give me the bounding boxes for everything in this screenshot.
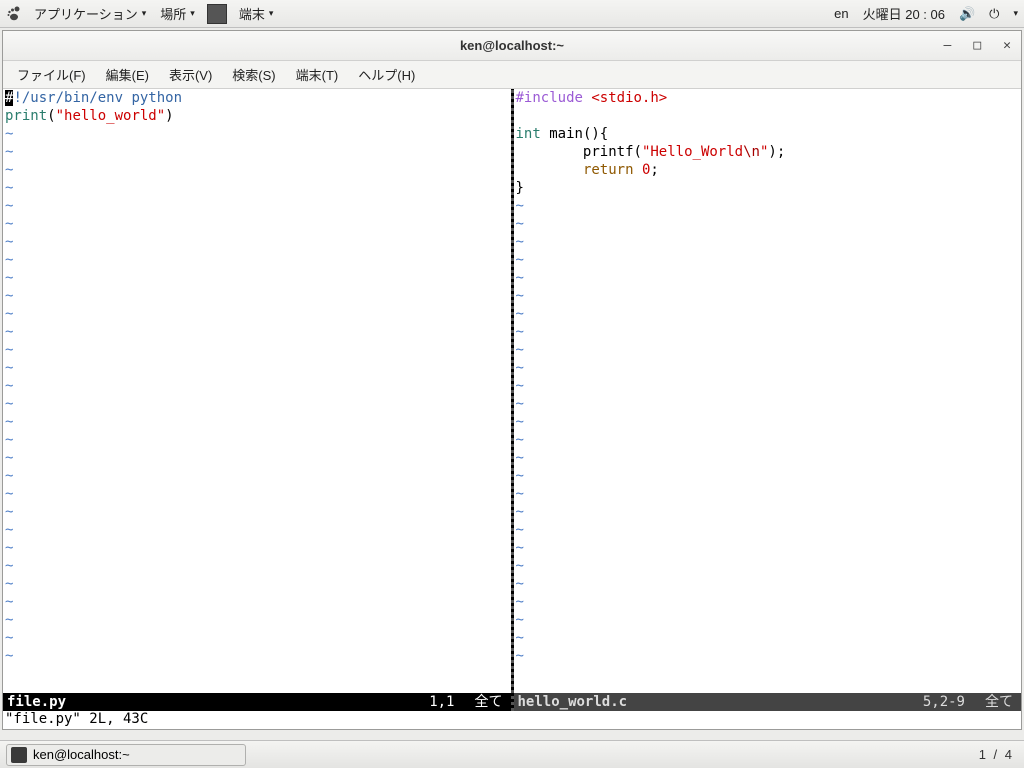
split-divider[interactable] <box>511 89 514 711</box>
maximize-button[interactable]: □ <box>969 36 985 55</box>
minimize-button[interactable]: — <box>940 36 956 55</box>
pane-content-left[interactable]: #!/usr/bin/env python print("hello_world… <box>3 89 511 693</box>
applications-menu[interactable]: アプリケーション▾ <box>28 4 152 23</box>
status-right: hello_world.c 5,2-9 全て <box>514 693 1022 711</box>
terminal-menubar: ファイル(F) 編集(E) 表示(V) 検索(S) 端末(T) ヘルプ(H) <box>3 61 1021 89</box>
taskbar-item-terminal[interactable]: ken@localhost:~ <box>6 744 246 766</box>
places-menu[interactable]: 場所▾ <box>154 4 201 23</box>
terminal-window: ken@localhost:~ — □ ✕ ファイル(F) 編集(E) 表示(V… <box>2 30 1022 730</box>
chevron-down-icon: ▾ <box>1013 8 1018 19</box>
window-title: ken@localhost:~ <box>460 38 564 53</box>
vim-pane-left[interactable]: #!/usr/bin/env python print("hello_world… <box>3 89 511 711</box>
terminal-icon <box>11 747 27 763</box>
close-button[interactable]: ✕ <box>999 36 1015 55</box>
status-left: file.py 1,1 全て <box>3 693 511 711</box>
workspace-switcher[interactable]: 1 / 4 <box>979 747 1018 762</box>
input-method-indicator[interactable]: en <box>834 6 848 21</box>
menu-search[interactable]: 検索(S) <box>224 63 283 86</box>
chevron-down-icon: ▾ <box>269 8 274 19</box>
volume-icon[interactable]: 🔊 <box>959 6 975 22</box>
gnome-topbar: アプリケーション▾ 場所▾ 端末▾ en 火曜日 20 : 06 🔊 ⏻ ▾ <box>0 0 1024 28</box>
menu-view[interactable]: 表示(V) <box>161 63 220 86</box>
chevron-down-icon: ▾ <box>190 8 195 19</box>
power-icon[interactable]: ⏻ <box>989 6 999 22</box>
menu-edit[interactable]: 編集(E) <box>98 63 157 86</box>
menu-file[interactable]: ファイル(F) <box>9 63 94 86</box>
vim-pane-right[interactable]: #include <stdio.h> int main(){ printf("H… <box>514 89 1022 711</box>
window-titlebar[interactable]: ken@localhost:~ — □ ✕ <box>3 31 1021 61</box>
vim-cmdline: "file.py" 2L, 43C <box>3 711 1021 729</box>
gnome-logo-icon <box>6 6 22 22</box>
pane-content-right[interactable]: #include <stdio.h> int main(){ printf("H… <box>514 89 1022 693</box>
taskbar: ken@localhost:~ 1 / 4 <box>0 740 1024 768</box>
chevron-down-icon: ▾ <box>142 8 147 19</box>
active-app-menu[interactable]: 端末▾ <box>233 4 280 23</box>
clock[interactable]: 火曜日 20 : 06 <box>863 4 945 23</box>
menu-help[interactable]: ヘルプ(H) <box>350 63 423 86</box>
active-app-thumbnail-icon[interactable] <box>207 4 227 24</box>
menu-terminal[interactable]: 端末(T) <box>288 63 347 86</box>
vim-editor[interactable]: #!/usr/bin/env python print("hello_world… <box>3 89 1021 711</box>
